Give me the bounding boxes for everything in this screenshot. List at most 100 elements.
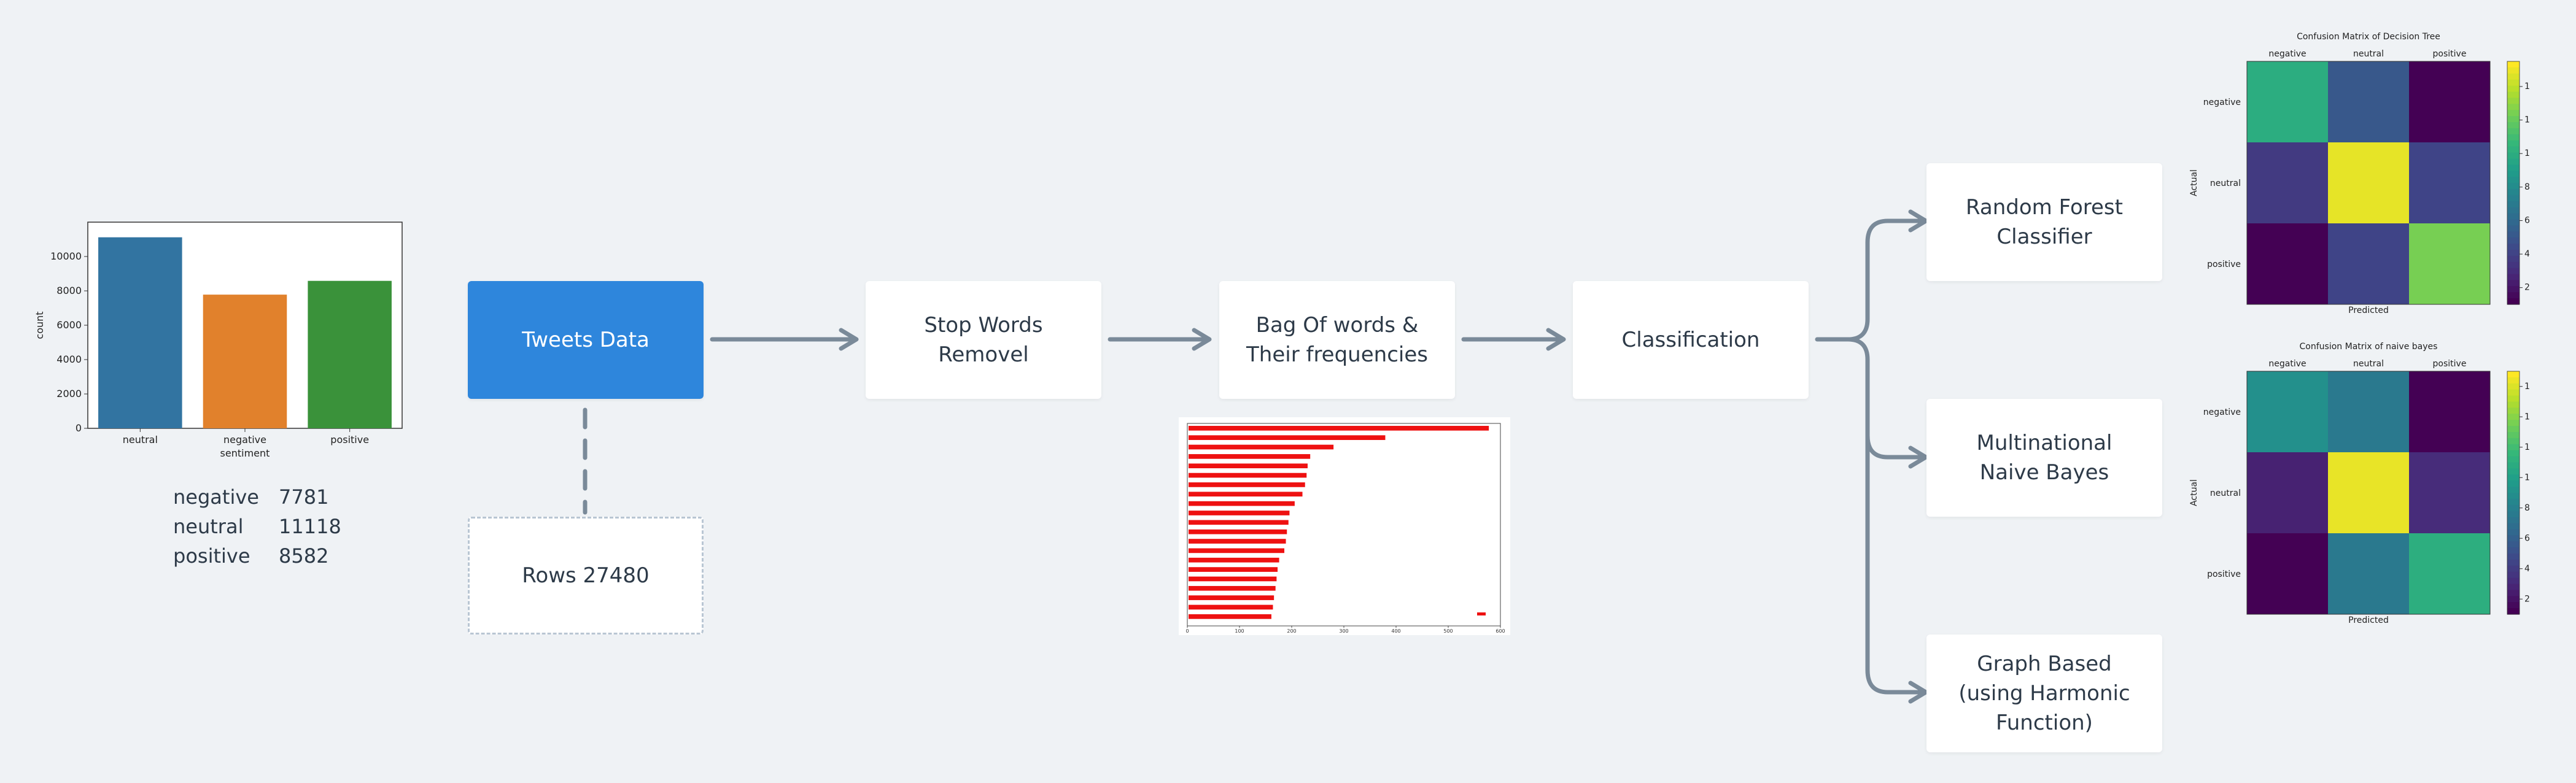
matrix-cell [2247, 371, 2328, 452]
matrix-cell [2328, 533, 2409, 614]
matrix-cell [2328, 371, 2409, 452]
colorbar-segment [2507, 201, 2520, 208]
count-label: neutral [173, 515, 244, 538]
colorbar-segment [2507, 110, 2520, 117]
classification-node[interactable]: Classification [1573, 281, 1809, 399]
x-axis-label: sentiment [220, 447, 270, 459]
colorbar-segment [2507, 401, 2520, 408]
colorbar-segment [2507, 462, 2520, 469]
colorbar-segment [2507, 602, 2520, 609]
sentiment-bar-chart: neutral negative positive 0 2000 4000 6000 8000… [34, 222, 403, 459]
word-bar [1189, 539, 1286, 544]
colorbar-segment [2507, 225, 2520, 232]
colorbar-segment [2507, 134, 2520, 141]
colorbar-segment [2507, 529, 2520, 536]
colorbar-tick-label: 600 [2524, 533, 2529, 543]
colorbar-tick-label: 800 [2524, 503, 2529, 513]
stop-words-label: Stop Words Removel [924, 313, 1043, 367]
word-bar [1189, 492, 1303, 497]
colorbar-segment [2507, 249, 2520, 256]
count-value: 7781 [279, 485, 329, 509]
matrix-cell [2328, 61, 2409, 142]
x-tick-label: 500 [1443, 628, 1453, 634]
column-label: negative [2268, 49, 2306, 59]
colorbar-segment [2507, 535, 2520, 542]
y-axis-label: Actual [2189, 169, 2199, 196]
matrix-cell [2328, 142, 2409, 223]
word-bar [1189, 520, 1289, 525]
row-label: positive [2207, 260, 2241, 269]
bag-of-words-node[interactable]: Bag Of words & Their frequencies [1219, 281, 1455, 399]
colorbar-tick-label: 1000 [2524, 148, 2529, 158]
colorbar-segment [2507, 219, 2520, 226]
colorbar-segment [2507, 407, 2520, 414]
tweets-data-node[interactable]: Tweets Data [468, 281, 704, 399]
colorbar-segment [2507, 456, 2520, 463]
x-axis-label: Predicted [2348, 615, 2389, 625]
row-label: negative [2203, 407, 2241, 417]
colorbar-segment [2507, 164, 2520, 171]
colorbar-segment [2507, 298, 2520, 305]
colorbar-tick-label: 1000 [2524, 472, 2529, 482]
column-label: positive [2433, 49, 2467, 59]
x-tick-label: 400 [1391, 628, 1400, 634]
colorbar-segment [2507, 140, 2520, 147]
colorbar-segment [2507, 177, 2520, 183]
word-bar [1189, 548, 1285, 554]
stop-words-node[interactable]: Stop Words Removel [866, 281, 1101, 399]
colorbar-segment [2507, 85, 2520, 93]
x-tick-label: 600 [1496, 628, 1505, 634]
colorbar-tick-label: 1600 [2524, 382, 2529, 392]
matrix-cell [2409, 533, 2490, 614]
rows-node[interactable]: Rows 27480 [468, 517, 704, 634]
y-tick-label: 0 [76, 422, 82, 434]
colorbar-segment [2507, 286, 2520, 293]
colorbar-segment [2507, 122, 2520, 129]
count-label: positive [173, 544, 250, 568]
colorbar-segment [2507, 414, 2520, 420]
matrix-cell [2409, 371, 2490, 452]
colorbar-segment [2507, 608, 2520, 615]
colorbar-segment [2507, 559, 2520, 566]
word-bar [1189, 585, 1276, 591]
word-bar [1189, 604, 1273, 610]
x-tick-label: negative [223, 434, 266, 446]
colorbar-segment [2507, 73, 2520, 80]
word-bar [1189, 454, 1311, 459]
colorbar-segment [2507, 565, 2520, 573]
count-row-neutral: neutral 11118 [173, 512, 341, 541]
random-forest-node[interactable]: Random Forest Classifier [1926, 163, 2162, 281]
colorbar-segment [2507, 498, 2520, 506]
naive-bayes-label: Multinational Naive Bayes [1976, 431, 2112, 485]
count-value: 8582 [279, 544, 329, 568]
colorbar-segment [2507, 541, 2520, 548]
matrix-title: Confusion Matrix of naive bayes [2300, 342, 2438, 352]
confusion-matrix-naive-bayes: Confusion Matrix of naive bayes negative n… [2189, 342, 2529, 625]
count-label: negative [173, 485, 259, 509]
colorbar-segment [2507, 468, 2520, 475]
bar [203, 295, 287, 428]
colorbar-segment [2507, 261, 2520, 269]
column-label: positive [2433, 359, 2467, 369]
chart-background [1179, 417, 1510, 635]
colorbar-segment [2507, 584, 2520, 590]
word-bar [1189, 557, 1279, 563]
colorbar-segment [2507, 511, 2520, 518]
colorbar-tick-label: 600 [2524, 215, 2529, 225]
colorbar-tick-label: 1200 [2524, 115, 2529, 125]
colorbar-segment [2507, 255, 2520, 263]
matrix-cell [2247, 223, 2328, 304]
colorbar-segment [2507, 547, 2520, 554]
colorbar-segment [2507, 292, 2520, 299]
colorbar-segment [2507, 377, 2520, 384]
colorbar-segment [2507, 152, 2520, 159]
colorbar-segment [2507, 274, 2520, 280]
word-bar [1189, 595, 1274, 600]
colorbar-segment [2507, 596, 2520, 603]
naive-bayes-node[interactable]: Multinational Naive Bayes [1926, 399, 2162, 517]
word-frequency-chart: 0 100 200 300 400 500 600 [1179, 417, 1510, 635]
graph-based-node[interactable]: Graph Based (using Harmonic Function) [1926, 634, 2162, 752]
matrix-cell [2328, 452, 2409, 533]
colorbar-segment [2507, 146, 2520, 153]
x-tick-label: 300 [1339, 628, 1348, 634]
